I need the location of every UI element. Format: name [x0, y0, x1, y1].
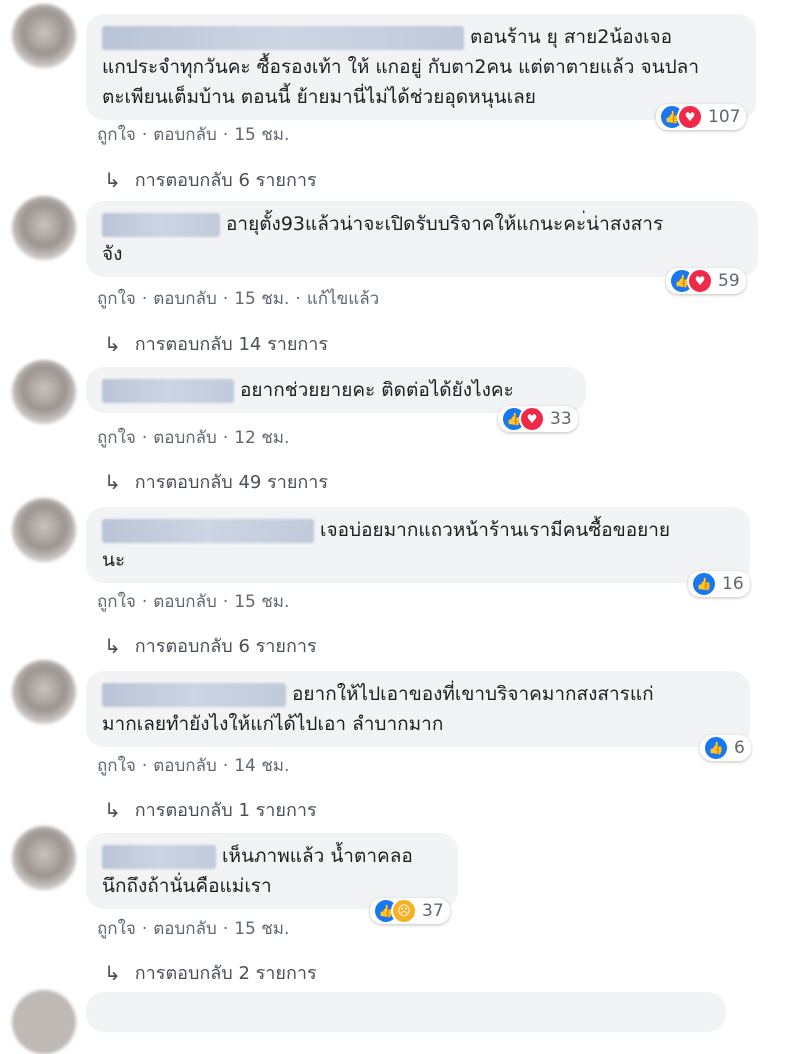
heart-icon: ♥	[677, 104, 703, 130]
avatar[interactable]	[12, 660, 76, 724]
view-replies-link[interactable]: ↳ การตอบกลับ 49 รายการ	[104, 467, 328, 496]
timestamp[interactable]: 15 ชม.	[234, 125, 289, 145]
timestamp[interactable]: 15 ชม.	[234, 592, 289, 612]
comment-text-rest: นะ	[102, 549, 126, 571]
reply-link[interactable]: ตอบกลับ	[153, 428, 217, 448]
reply-link[interactable]: ตอบกลับ	[153, 592, 217, 612]
heart-icon: ♥	[519, 406, 545, 432]
replies-count-text: การตอบกลับ 1 รายการ	[134, 800, 317, 821]
like-link[interactable]: ถูกใจ	[97, 756, 136, 776]
replies-count-text: การตอบกลับ 2 รายการ	[134, 963, 317, 984]
like-link[interactable]: ถูกใจ	[97, 289, 136, 309]
thumbs-up-icon: 👍	[703, 735, 729, 761]
comment-actions: ถูกใจ · ตอบกลับ · 15 ชม. · แก้ไขแล้ว	[97, 289, 380, 309]
reply-arrow-icon: ↳	[104, 633, 121, 658]
timestamp[interactable]: 15 ชม.	[234, 919, 289, 939]
author-name-blurred[interactable]	[102, 378, 234, 403]
comment-actions: ถูกใจ · ตอบกลับ · 15 ชม.	[97, 125, 290, 145]
avatar[interactable]	[12, 498, 76, 562]
timestamp[interactable]: 14 ชม.	[234, 756, 289, 776]
avatar[interactable]	[12, 826, 76, 890]
reply-link[interactable]: ตอบกลับ	[153, 289, 217, 309]
reply-link[interactable]: ตอบกลับ	[153, 756, 217, 776]
timestamp[interactable]: 15 ชม.	[234, 289, 289, 309]
like-link[interactable]: ถูกใจ	[97, 125, 136, 145]
reactions-badge[interactable]: 👍 ♥ 107	[656, 104, 747, 130]
comment-text-rest: มากเลยทำยังไงให้แก่ได้ไปเอา ลำบากมาก	[102, 713, 444, 735]
comment-actions: ถูกใจ · ตอบกลับ · 14 ชม.	[97, 756, 290, 776]
comment-text-rest: นึกถึงถ้านั่นคือแม่เรา	[102, 875, 272, 897]
comment-text-line1: เจอบ่อยมากแถวหน้าร้านเรามีคนซื้อขอยาย	[320, 519, 671, 541]
like-link[interactable]: ถูกใจ	[97, 428, 136, 448]
reactions-badge[interactable]: 👍 ♥ 33	[498, 406, 578, 432]
reactions-badge[interactable]: 👍 ☹ 37	[370, 898, 450, 924]
replies-count-text: การตอบกลับ 14 รายการ	[134, 334, 329, 355]
heart-icon: ♥	[687, 268, 713, 294]
reaction-count: 33	[550, 409, 572, 429]
reaction-count: 59	[718, 271, 740, 291]
view-replies-link[interactable]: ↳ การตอบกลับ 2 รายการ	[104, 958, 317, 987]
thumbs-up-icon: 👍	[691, 571, 717, 597]
comment-text-line1: เห็นภาพแล้ว น้ำตาคลอ	[222, 845, 413, 867]
author-name-blurred[interactable]	[102, 518, 314, 543]
comment-text-line1: อยากช่วยยายคะ ติดต่อได้ยังไงคะ	[240, 379, 514, 401]
comment-bubble: อยากให้ไปเอาของที่เขาบริจาคมากสงสารแก่ ม…	[86, 671, 750, 747]
reactions-badge[interactable]: 👍 6	[700, 735, 751, 761]
author-name-blurred[interactable]	[102, 844, 216, 869]
like-link[interactable]: ถูกใจ	[97, 919, 136, 939]
reactions-badge[interactable]: 👍 16	[688, 571, 750, 597]
reply-link[interactable]: ตอบกลับ	[153, 919, 217, 939]
avatar[interactable]	[12, 4, 76, 68]
view-replies-link[interactable]: ↳ การตอบกลับ 14 รายการ	[104, 329, 328, 358]
author-name-blurred[interactable]	[102, 682, 286, 707]
comment-text-rest: จัง	[102, 243, 123, 265]
reply-link[interactable]: ตอบกลับ	[153, 125, 217, 145]
view-replies-link[interactable]: ↳ การตอบกลับ 1 รายการ	[104, 795, 317, 824]
replies-count-text: การตอบกลับ 6 รายการ	[134, 636, 317, 657]
reaction-count: 37	[422, 901, 444, 921]
reactions-badge[interactable]: 👍 ♥ 59	[666, 268, 746, 294]
author-name-blurred[interactable]	[102, 212, 220, 237]
comment-bubble	[86, 992, 726, 1032]
timestamp[interactable]: 12 ชม.	[234, 428, 289, 448]
comment-bubble: ตอนร้าน ยุ สาย2น้องเจอ แกประจำทุกวันคะ ซ…	[86, 14, 756, 120]
comment-text-rest: แกประจำทุกวันคะ ซื้อรองเท้า ให้ แกอยู่ ก…	[102, 56, 699, 108]
avatar[interactable]	[12, 360, 76, 424]
sad-face-icon: ☹	[391, 898, 417, 924]
comment-text-line1: ตอนร้าน ยุ สาย2น้องเจอ	[470, 26, 673, 48]
comment-actions: ถูกใจ · ตอบกลับ · 15 ชม.	[97, 592, 290, 612]
author-name-blurred[interactable]	[102, 25, 464, 50]
comment-actions: ถูกใจ · ตอบกลับ · 15 ชม.	[97, 919, 290, 939]
avatar[interactable]	[12, 196, 76, 260]
like-link[interactable]: ถูกใจ	[97, 592, 136, 612]
comment-text-line1: อยากให้ไปเอาของที่เขาบริจาคมากสงสารแก่	[292, 683, 654, 705]
replies-count-text: การตอบกลับ 49 รายการ	[134, 472, 329, 493]
reply-arrow-icon: ↳	[104, 960, 121, 985]
reply-arrow-icon: ↳	[104, 469, 121, 494]
comment-bubble: อายุตั้ง93แล้วน่าจะเปิดรับบริจาคให้แกนะค…	[86, 201, 758, 277]
edited-label[interactable]: แก้ไขแล้ว	[307, 289, 379, 309]
replies-count-text: การตอบกลับ 6 รายการ	[134, 170, 317, 191]
view-replies-link[interactable]: ↳ การตอบกลับ 6 รายการ	[104, 165, 317, 194]
reaction-count: 6	[734, 738, 745, 758]
comment-text-line1: อายุตั้ง93แล้วน่าจะเปิดรับบริจาคให้แกนะค…	[226, 213, 664, 235]
reaction-count: 107	[708, 107, 741, 127]
comment-actions: ถูกใจ · ตอบกลับ · 12 ชม.	[97, 428, 290, 448]
reply-arrow-icon: ↳	[104, 331, 121, 356]
reply-arrow-icon: ↳	[104, 797, 121, 822]
comment-bubble: เจอบ่อยมากแถวหน้าร้านเรามีคนซื้อขอยาย นะ	[86, 507, 750, 583]
view-replies-link[interactable]: ↳ การตอบกลับ 6 รายการ	[104, 631, 317, 660]
reply-arrow-icon: ↳	[104, 167, 121, 192]
reaction-count: 16	[722, 574, 744, 594]
